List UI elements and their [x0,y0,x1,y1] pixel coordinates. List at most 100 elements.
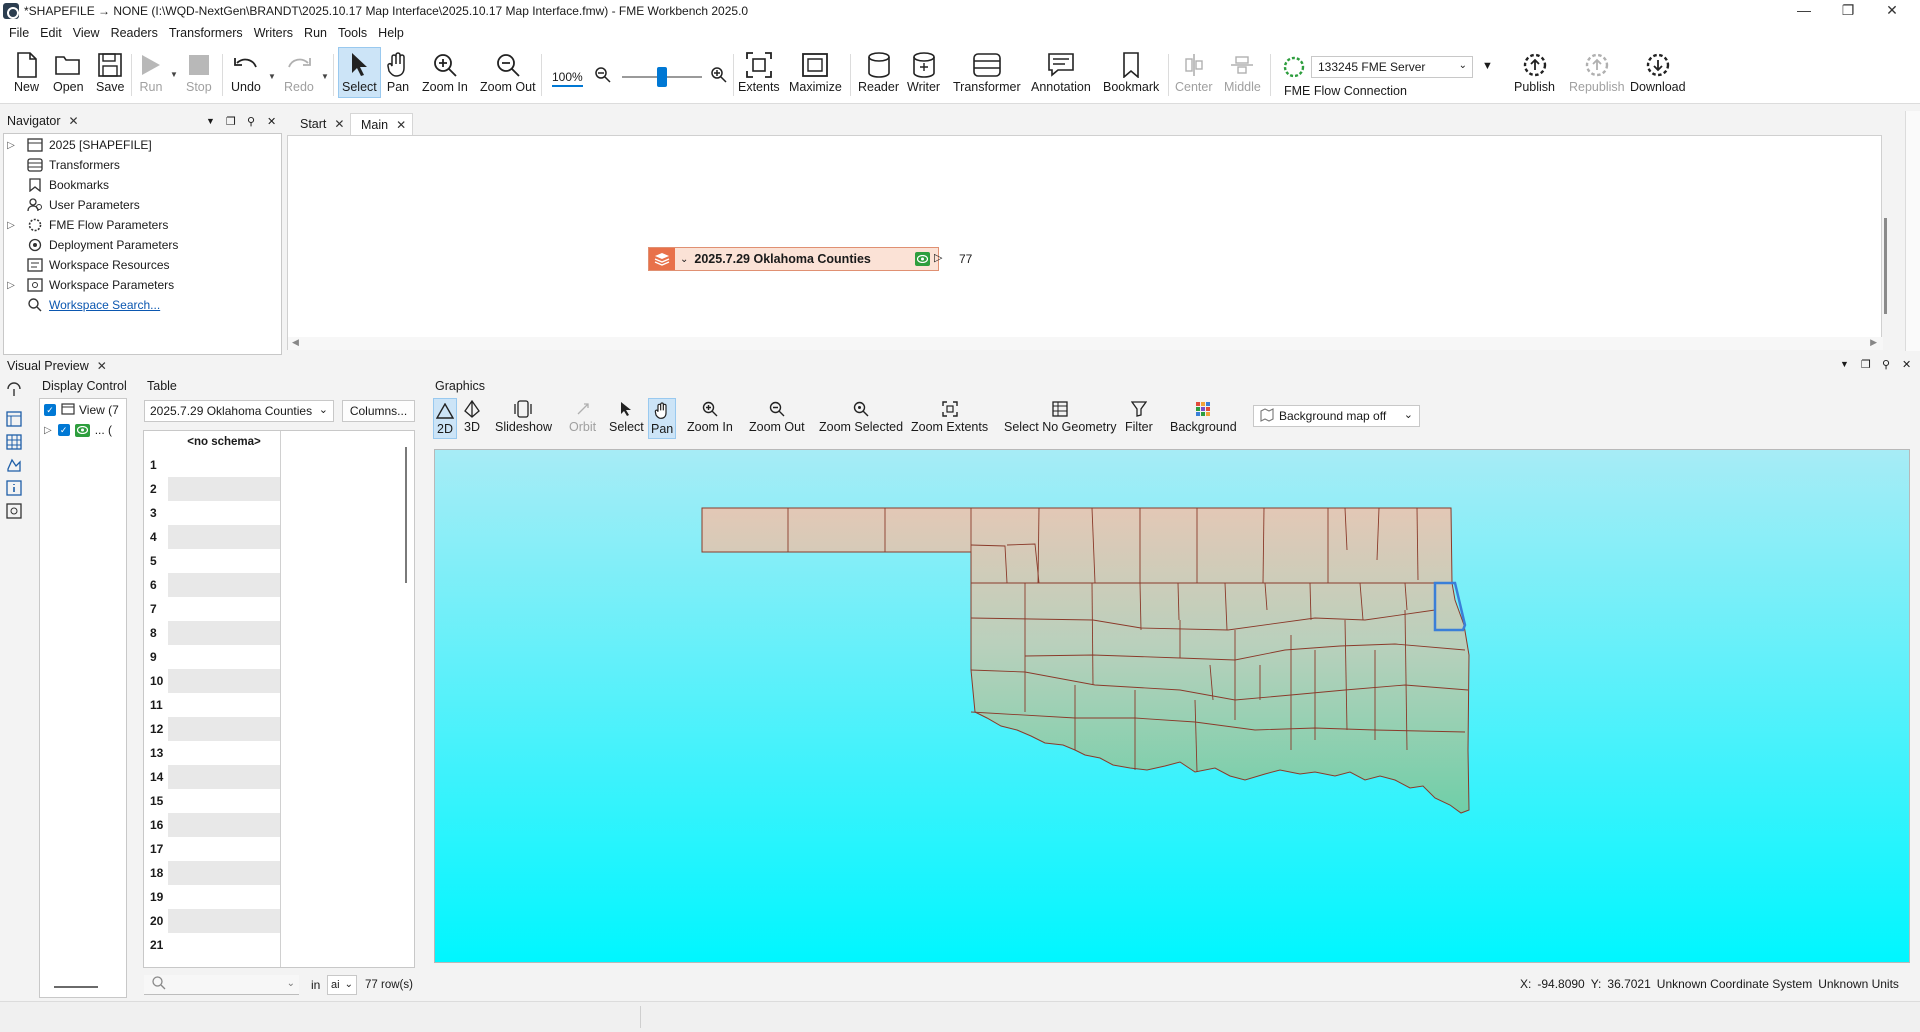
close-icon[interactable]: ✕ [97,359,107,373]
table-row[interactable]: 3 [144,501,280,525]
panel-menu-icon[interactable]: ▼ [1840,359,1849,369]
table-row[interactable]: 6 [144,573,280,597]
add-writer-button[interactable]: Writer [907,50,940,94]
close-panel-icon[interactable]: ✕ [267,115,276,128]
server-menu-dropdown-icon[interactable]: ▼ [1482,60,1493,72]
close-panel-icon[interactable]: ✕ [1902,358,1911,371]
nav-item-user-parameters[interactable]: User Parameters [4,195,140,215]
state-outline[interactable] [701,507,1470,814]
maximize-button[interactable]: Maximize [789,50,842,94]
nav-item-transformers[interactable]: Transformers [4,155,120,175]
middle-button[interactable]: Middle [1224,50,1261,94]
publish-button[interactable]: Publish [1514,50,1555,94]
nav-item-deployment-parameters[interactable]: Deployment Parameters [4,235,178,255]
table-row[interactable]: 15 [144,789,280,813]
map-view[interactable] [434,449,1910,963]
table-row[interactable]: 2 [144,477,280,501]
table-cell[interactable] [168,717,280,741]
nav-item-dataset[interactable]: ▷ 2025 [SHAPEFILE] [4,135,152,155]
new-button[interactable]: New [14,50,39,94]
table-row[interactable]: 1 [144,453,280,477]
expand-arrow-icon[interactable]: ▷ [44,425,52,436]
table-cell[interactable] [168,885,280,909]
table-row[interactable]: 5 [144,549,280,573]
undo-dropdown-icon[interactable]: ▼ [268,72,276,81]
table-row[interactable]: 19 [144,885,280,909]
table-cell[interactable] [168,621,280,645]
menu-edit[interactable]: Edit [35,26,68,40]
run-dropdown-icon[interactable]: ▼ [170,70,178,79]
2d-view-button[interactable]: 2D [433,398,457,439]
table-cell[interactable] [168,525,280,549]
table-cell[interactable] [168,501,280,525]
add-annotation-button[interactable]: Annotation [1031,50,1091,94]
menu-readers[interactable]: Readers [106,26,164,40]
expand-arrow-icon[interactable]: ▷ [4,140,18,151]
add-bookmark-button[interactable]: Bookmark [1103,50,1159,94]
scroll-left-icon[interactable]: ◀ [292,337,299,348]
nav-item-workspace-search[interactable]: Workspace Search... [4,295,160,315]
vertical-scrollbar[interactable] [1884,218,1887,314]
table-cell[interactable] [168,573,280,597]
zoom-level[interactable]: 100% [552,70,583,87]
zoom-selected-button[interactable]: Zoom Selected [819,398,903,434]
background-map-select[interactable]: Background map off ⌄ [1253,405,1420,427]
oklahoma-counties-map[interactable] [435,450,1910,963]
float-panel-icon[interactable]: ❐ [1861,358,1871,371]
table-row[interactable]: 9 [144,645,280,669]
tab-start[interactable]: Start ✕ [290,113,350,135]
table-layer-select[interactable]: 2025.7.29 Oklahoma Counties ⌄ [144,400,334,422]
zoom-slider-out-icon[interactable] [595,67,611,86]
server-select[interactable]: 133245 FME Server ⌄ [1311,56,1473,78]
table-row[interactable]: 11 [144,693,280,717]
layer-checkbox[interactable]: ✓ [57,424,70,436]
open-button[interactable]: Open [53,50,84,94]
table-cell[interactable] [168,741,280,765]
stop-button[interactable]: Stop [186,50,212,94]
expand-arrow-icon[interactable]: ▷ [4,280,18,291]
slideshow-button[interactable]: Slideshow [495,398,552,434]
coordinate-system[interactable]: Unknown Coordinate System [1657,977,1812,991]
table-cell[interactable] [168,909,280,933]
menu-help[interactable]: Help [373,26,410,40]
menu-tools[interactable]: Tools [333,26,373,40]
output-port-icon[interactable]: ▷ [934,251,942,264]
view-checkbox[interactable]: ✓ [44,404,56,416]
horizontal-scrollbar[interactable] [54,986,98,988]
workspace-search-link[interactable]: Workspace Search... [49,298,160,312]
cached-eye-icon[interactable] [915,252,930,266]
graphics-zoom-in-button[interactable]: Zoom In [687,398,733,434]
table-cell[interactable] [168,693,280,717]
horizontal-scrollbar[interactable]: ◀ ▶ [288,337,1883,350]
menu-view[interactable]: View [68,26,106,40]
extents-button[interactable]: Extents [738,50,780,94]
table-row[interactable]: 17 [144,837,280,861]
feature-type-reader[interactable]: ⌄ 2025.7.29 Oklahoma Counties ▷ 77 [648,247,972,271]
select-no-geometry-button[interactable]: Select No Geometry [1004,398,1117,434]
table-row[interactable]: 10 [144,669,280,693]
table-cell[interactable] [168,933,280,957]
table-cell[interactable] [168,597,280,621]
display-control-icon[interactable] [5,410,23,428]
graphics-pan-button[interactable]: Pan [648,398,677,439]
table-row[interactable]: 14 [144,765,280,789]
panel-menu-icon[interactable]: ▼ [206,116,215,126]
table-row[interactable]: 13 [144,741,280,765]
nav-item-bookmarks[interactable]: Bookmarks [4,175,109,195]
pin-icon[interactable]: ⚲ [247,115,255,128]
zoom-in-button[interactable]: Zoom In [422,50,468,94]
table-cell[interactable] [168,837,280,861]
save-button[interactable]: Save [96,50,125,94]
search-scope-select[interactable]: ai ⌄ [327,975,357,995]
close-window-button[interactable]: ✕ [1870,0,1914,22]
redo-dropdown-icon[interactable]: ▼ [321,72,329,81]
menu-writers[interactable]: Writers [249,26,299,40]
minimize-button[interactable]: — [1782,0,1826,22]
graphics-select-button[interactable]: Select [609,398,644,434]
graphics-zoom-out-button[interactable]: Zoom Out [749,398,805,434]
nav-item-flow-parameters[interactable]: ▷ FME Flow Parameters [4,215,168,235]
filter-button[interactable]: Filter [1125,398,1153,434]
table-row[interactable]: 8 [144,621,280,645]
tab-main[interactable]: Main ✕ [350,113,414,135]
table-row[interactable]: 4 [144,525,280,549]
